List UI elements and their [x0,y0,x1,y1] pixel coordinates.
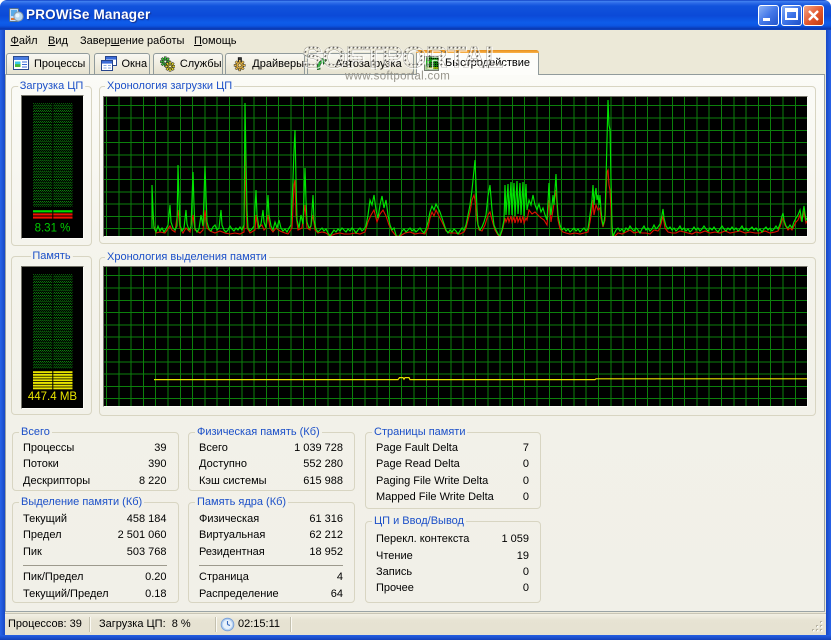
svg-text:8.31 %: 8.31 % [35,223,71,235]
svg-text:447.4 MB: 447.4 MB [28,391,78,403]
